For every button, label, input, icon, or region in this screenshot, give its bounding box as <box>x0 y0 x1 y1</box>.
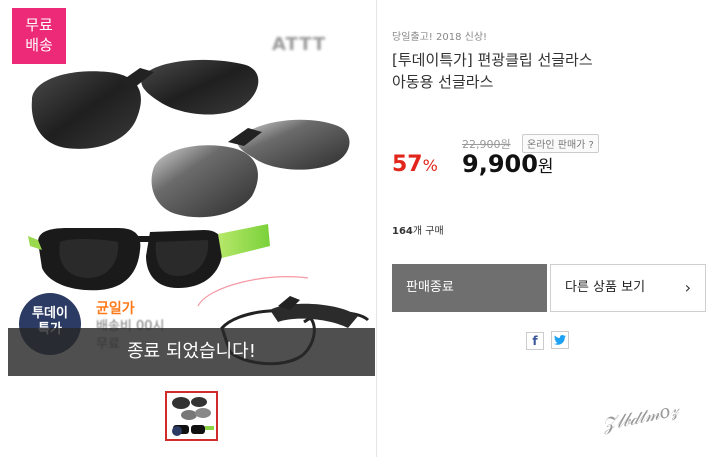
twitter-icon[interactable] <box>551 331 570 349</box>
product-thumbnail[interactable] <box>165 391 218 441</box>
thumbnail-image <box>172 397 214 436</box>
sale-price-unit: 원 <box>537 157 554 177</box>
price-block: 22,900원 온라인 판매가 ? 57% 9,900원 <box>392 134 712 186</box>
sale-price-value: 9,900 <box>462 150 538 178</box>
share-buttons: f <box>526 330 571 350</box>
free-shipping-badge: 무료 배송 <box>12 8 66 64</box>
product-title-line2: 아동용 선글라스 <box>392 73 494 91</box>
deal-badge-line1: 투데이 <box>32 306 68 321</box>
facebook-icon[interactable]: f <box>526 332 544 350</box>
sale-ended-button[interactable]: 판매종료 <box>392 264 547 312</box>
discount-suffix: % <box>422 156 438 175</box>
sale-price: 9,900원 <box>462 150 554 178</box>
discount-number: 57 <box>392 152 423 177</box>
sale-ended-overlay: 종료 되었습니다! <box>8 328 375 376</box>
purchase-count: 164개 구매 <box>392 222 444 237</box>
view-other-products-label: 다른 상품 보기 <box>565 280 646 295</box>
twitter-bird-glyph <box>554 335 567 345</box>
product-gallery: 무료 배송 ATTT 투데이 균일가 배송비 00시 종료 되었습니다! <box>0 0 377 457</box>
brand-logo: ATTT <box>272 34 327 55</box>
deal-title: 균일가 <box>96 301 135 317</box>
free-shipping-line2: 배송 <box>25 36 53 54</box>
product-title: [투데이특가] 편광클립 선글라스 아동용 선글라스 <box>392 49 692 93</box>
discount-rate: 57% <box>392 152 438 177</box>
product-title-line1: [투데이특가] 편광클립 선글라스 <box>392 51 593 69</box>
purchase-count-suffix: 개 구매 <box>412 226 444 237</box>
chevron-right-icon: › <box>684 278 691 297</box>
free-shipping-line1: 무료 <box>25 16 53 34</box>
view-other-products-button[interactable]: 다른 상품 보기 › <box>550 264 706 312</box>
purchase-count-number: 164 <box>392 226 413 237</box>
product-tagline: 당일출고! 2018 신상! <box>392 32 488 43</box>
product-info-panel: 당일출고! 2018 신상! [투데이특가] 편광클립 선글라스 아동용 선글라… <box>378 0 720 457</box>
